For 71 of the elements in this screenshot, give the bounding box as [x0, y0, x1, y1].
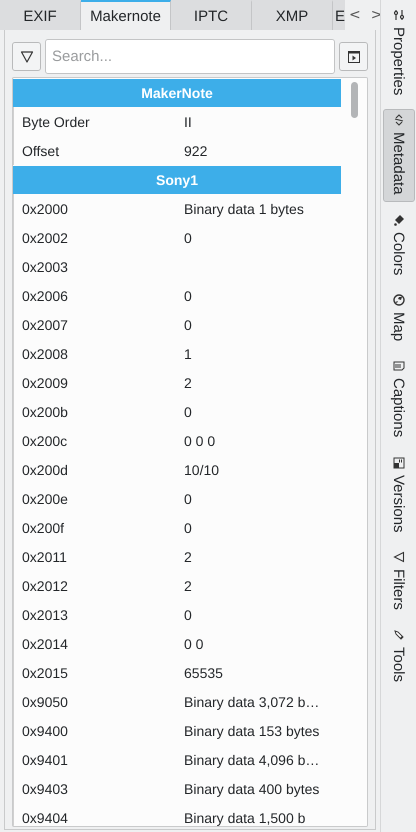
- table-cell: 0: [184, 404, 192, 420]
- search-field[interactable]: Search...: [45, 39, 335, 74]
- table-cell-text: 0x2012: [21, 578, 69, 594]
- panel-toggle-button[interactable]: [339, 42, 368, 71]
- table-cell: 922: [184, 142, 208, 158]
- sidebar-tab[interactable]: Metadata: [382, 109, 414, 202]
- filter-icon: [20, 50, 34, 64]
- table-cell: Binary data 3,072 b…: [184, 694, 320, 710]
- table-cell-text: 0x2007: [21, 316, 69, 332]
- table-cell-text: Offset: [21, 142, 60, 158]
- table-cell: Binary data 153 bytes: [184, 722, 320, 738]
- pencil-icon: [392, 629, 404, 642]
- table-cell: 2: [184, 374, 192, 390]
- paint-bucket-icon: [392, 214, 404, 226]
- table-cell-text: 0x2015: [21, 664, 69, 680]
- sidebar-tab[interactable]: Captions: [382, 355, 414, 445]
- table-cell: Binary data 1,500 b: [184, 810, 306, 826]
- table-cell-text: 0x2009: [21, 374, 69, 390]
- table-cell: 1: [184, 346, 192, 362]
- table-cell: Binary data 1 bytes: [184, 200, 304, 216]
- table-cell: 0 0 0: [184, 432, 216, 448]
- table-cell-text: 0x9401: [21, 752, 69, 768]
- table-cell-text: 0x2006: [21, 288, 69, 304]
- table-cell: 2: [184, 578, 192, 594]
- scroll-left-button[interactable]: <: [345, 0, 365, 30]
- table-cell-text: 0x2000: [21, 200, 69, 216]
- table-cell: Binary data 4,096 b…: [184, 752, 320, 768]
- table-cell-text: 0x200f: [21, 520, 66, 536]
- scrollbar-thumb[interactable]: [350, 82, 358, 118]
- table-cell: 65535: [184, 664, 223, 680]
- play-icon: [348, 50, 360, 62]
- globe-icon: [392, 294, 404, 306]
- table-cell-text: 0x2013: [21, 606, 69, 622]
- sidebar-tab[interactable]: Colors: [382, 208, 414, 282]
- table-cell-text: 0x2008: [21, 346, 69, 362]
- table-cell: Binary data 400 bytes: [184, 780, 320, 796]
- table-cell-text: 0x2003: [21, 258, 69, 274]
- filter-button[interactable]: [12, 42, 41, 71]
- table-cell-text: 0x200d: [21, 462, 69, 478]
- table-cell-text: 0x2002: [21, 230, 69, 246]
- table-cell-text: 0x9403: [21, 780, 69, 796]
- table-cell-text: 0x200c: [21, 432, 68, 448]
- filter-icon: [392, 551, 404, 564]
- table-cell-text: 0x2011: [21, 548, 68, 564]
- table-cell: 2: [184, 548, 192, 564]
- document-icon: [392, 360, 404, 372]
- sliders-icon: [392, 9, 404, 21]
- table-cell: 0: [184, 288, 192, 304]
- sidebar-tab[interactable]: Map: [382, 289, 414, 348]
- sidebar-tab[interactable]: Properties: [382, 4, 414, 102]
- table-cell-text: 0x200b: [21, 404, 69, 420]
- table-cell: 0: [184, 230, 192, 246]
- sidebar-tab[interactable]: Versions: [382, 452, 414, 540]
- sidebar-tab[interactable]: Filters: [382, 546, 414, 618]
- sidebar-tab[interactable]: Tools: [382, 624, 414, 690]
- table-cell: II: [184, 114, 192, 130]
- table-cell: 0 0: [184, 636, 204, 652]
- table-cell: 0: [184, 606, 192, 622]
- table-cell-text: 0x9400: [21, 722, 69, 738]
- table-cell-text: 0x9404: [21, 810, 69, 826]
- table-cell-text: Byte Order: [21, 114, 91, 130]
- tab[interactable]: Makernote: [81, 0, 171, 30]
- code-icon: [392, 114, 404, 126]
- table-cell: 0: [184, 316, 192, 332]
- table-cell-text: 0x9050: [21, 694, 69, 710]
- table-cell: 10/10: [184, 462, 220, 478]
- table-cell-text: 0x200e: [21, 490, 69, 506]
- table-cell: 0: [184, 520, 192, 536]
- table-cell-text: 0x2014: [21, 636, 69, 652]
- versions-icon: [392, 456, 404, 469]
- table-cell: 0: [184, 490, 192, 506]
